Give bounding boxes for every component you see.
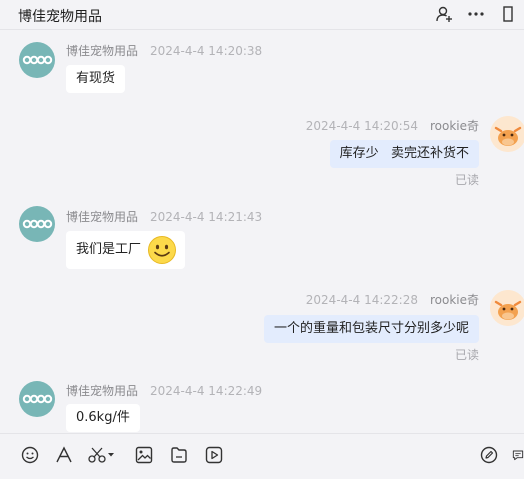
header-actions — [434, 4, 518, 24]
sender-name: rookie奇 — [429, 293, 479, 307]
file-icon[interactable] — [168, 444, 190, 466]
chat-header: 博佳宠物用品 — [0, 0, 524, 30]
smile-emoji-icon — [147, 235, 177, 265]
sender-name: 博佳宠物用品 — [66, 210, 139, 224]
read-status: 已读 — [454, 173, 479, 187]
font-icon[interactable] — [53, 444, 75, 466]
message-time: 2024-4-4 14:21:43 — [150, 210, 263, 224]
image-icon[interactable] — [133, 444, 155, 466]
message-bubble[interactable]: 库存少 卖完还补货不 — [329, 140, 479, 168]
message-meta: 2024-4-4 14:22:28 rookie奇 — [306, 291, 479, 308]
message-meta: 博佳宠物用品 2024-4-4 14:21:43 — [66, 208, 262, 225]
message-time: 2024-4-4 14:20:38 — [150, 44, 263, 58]
sender-name: 博佳宠物用品 — [66, 384, 139, 398]
user-avatar[interactable] — [490, 116, 524, 152]
window-control-icon[interactable] — [498, 4, 518, 24]
emoji-icon[interactable] — [19, 444, 41, 466]
shop-avatar[interactable] — [19, 206, 55, 242]
edit-icon[interactable] — [478, 444, 500, 466]
message-meta: 博佳宠物用品 2024-4-4 14:22:49 — [66, 382, 262, 399]
message-time: 2024-4-4 14:22:28 — [305, 293, 418, 307]
scissors-icon[interactable] — [87, 444, 117, 466]
message-bubble[interactable]: 我们是工厂 — [66, 231, 186, 269]
user-avatar[interactable] — [490, 290, 524, 326]
message-text: 我们是工厂 — [76, 242, 142, 257]
add-contact-icon[interactable] — [434, 4, 454, 24]
video-icon[interactable] — [203, 444, 225, 466]
more-icon[interactable] — [466, 4, 486, 24]
message-bubble[interactable]: 0.6kg/件 — [66, 404, 140, 432]
message-meta: 2024-4-4 14:20:54 rookie奇 — [306, 117, 479, 134]
chat-title: 博佳宠物用品 — [18, 9, 102, 25]
message-bubble[interactable]: 有现货 — [66, 65, 126, 93]
message-bubble[interactable]: 一个的重量和包装尺寸分别多少呢 — [263, 315, 479, 343]
chat-icon[interactable] — [512, 444, 524, 466]
message-list[interactable]: 博佳宠物用品 2024-4-4 14:20:38 有现货 2024-4-4 14:… — [0, 30, 524, 433]
read-status: 已读 — [454, 348, 479, 362]
shop-avatar[interactable] — [19, 381, 55, 417]
message-time: 2024-4-4 14:22:49 — [150, 384, 263, 398]
shop-avatar[interactable] — [19, 42, 55, 78]
sender-name: rookie奇 — [429, 119, 479, 133]
message-time: 2024-4-4 14:20:54 — [305, 119, 418, 133]
message-meta: 博佳宠物用品 2024-4-4 14:20:38 — [66, 42, 262, 59]
sender-name: 博佳宠物用品 — [66, 44, 139, 58]
input-toolbar — [0, 433, 524, 479]
